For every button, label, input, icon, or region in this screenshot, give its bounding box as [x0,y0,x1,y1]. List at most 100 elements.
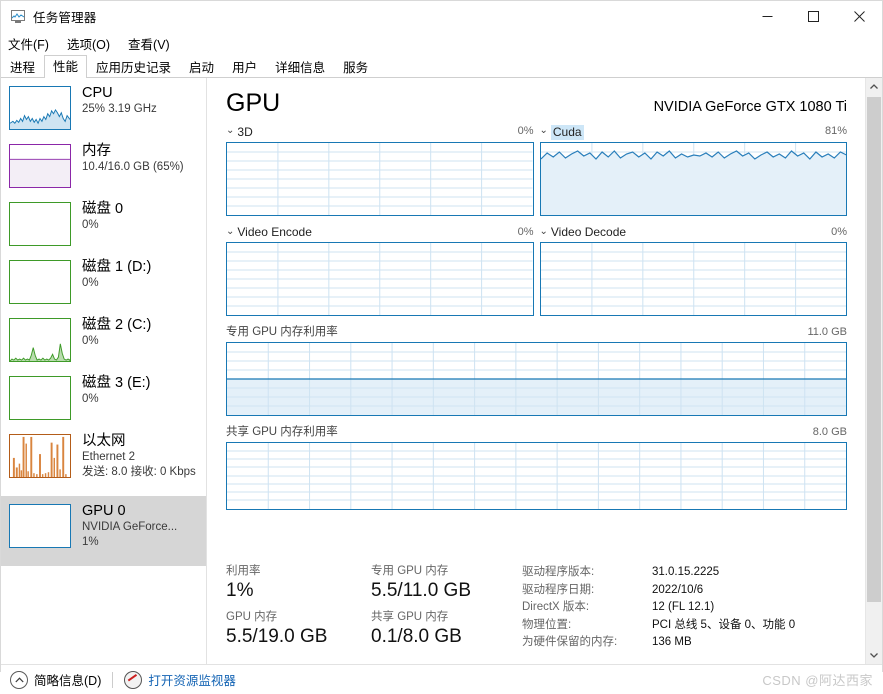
close-button[interactable] [836,1,882,32]
stat-label: 利用率 [226,565,261,577]
stat-value: 5.5/11.0 GB [371,580,471,601]
engine-value: 81% [824,125,847,137]
engine-video-encode-graph [226,242,534,316]
info-value: 136 MB [652,636,692,648]
sidebar-item-cpu[interactable]: CPU 25% 3.19 GHz [1,78,206,136]
scroll-up-icon[interactable] [866,78,882,95]
info-row-hardware-reserved-memory: 为硬件保留的内存: 136 MB [522,634,847,652]
dedicated-memory-max: 11.0 GB [807,326,847,338]
info-row-directx-version: DirectX 版本: 12 (FL 12.1) [522,599,847,617]
info-value: 31.0.15.2225 [652,566,720,578]
dedicated-memory-label: 专用 GPU 内存利用率 [226,326,338,338]
dedicated-memory-block: 专用 GPU 内存利用率 11.0 GB [207,325,865,416]
sidebar-item-disk1[interactable]: 磁盘 1 (D:) 0% [1,252,206,310]
tab-app-history[interactable]: 应用历史记录 [87,56,180,78]
engine-video-decode-graph [539,242,847,316]
stat-value: 1% [226,580,254,601]
resource-sidebar[interactable]: CPU 25% 3.19 GHz 内存 10.4/16.0 GB (65%) 磁… [1,78,207,664]
engine-video-encode: ⌄ Video Encode 0% [226,225,534,316]
page-title: GPU [226,89,281,117]
stat-dedicated-memory: 专用 GPU 内存 5.5/11.0 GB [371,564,516,603]
gpu-header: GPU NVIDIA GeForce GTX 1080 Ti [207,78,865,118]
chevron-down-icon[interactable]: ⌄ [540,226,548,237]
gpu-model-label: NVIDIA GeForce GTX 1080 Ti [653,99,847,115]
menu-view[interactable]: 查看(V) [128,32,179,55]
window-controls [744,1,882,32]
sidebar-item-disk2[interactable]: 磁盘 2 (C:) 0% [1,310,206,368]
scrollbar-thumb[interactable] [867,97,881,602]
stats-area: 利用率 1% 专用 GPU 内存 5.5/11.0 GB GPU 内存 5.5/… [226,564,847,656]
sidebar-item-disk3[interactable]: 磁盘 3 (E:) 0% [1,368,206,426]
info-row-physical-location: 物理位置: PCI 总线 5、设备 0、功能 0 [522,617,847,635]
sidebar-item-label: 磁盘 2 (C:) [82,317,152,333]
cpu-sparkline [9,86,71,130]
stat-utilization: 利用率 1% [226,564,371,603]
disk0-sparkline [9,202,71,246]
fewer-details-button[interactable]: 简略信息(D) [10,670,101,689]
menu-bar: 文件(F) 选项(O) 查看(V) [1,32,882,54]
engine-row-2: ⌄ Video Encode 0% ⌄ Video Decode 0% [207,225,865,316]
sidebar-item-sub: 0% [82,219,99,231]
shared-memory-block: 共享 GPU 内存利用率 8.0 GB [207,425,865,510]
engine-3d-graph [226,141,534,216]
menu-options[interactable]: 选项(O) [67,32,119,55]
shared-memory-max: 8.0 GB [812,426,847,438]
tab-startup[interactable]: 启动 [180,56,223,78]
chevron-down-icon[interactable]: ⌄ [540,126,548,136]
gpu-detail-pane: GPU NVIDIA GeForce GTX 1080 Ti ⌄ 3D 0% ⌄… [207,78,882,664]
tab-users[interactable]: 用户 [223,56,266,78]
engine-video-decode: ⌄ Video Decode 0% [539,225,847,316]
info-key: DirectX 版本: [522,601,590,613]
engine-value: 0% [517,225,534,238]
fewer-details-label: 简略信息(D) [34,674,102,688]
sidebar-item-sub: 0% [82,393,99,405]
tab-details[interactable]: 详细信息 [266,56,334,78]
info-value: 2022/10/6 [652,583,704,596]
device-info-list: 驱动程序版本: 31.0.15.2225 驱动程序日期: 2022/10/6 D… [516,564,847,656]
sidebar-item-sub: 0% [82,277,99,289]
info-row-driver-date: 驱动程序日期: 2022/10/6 [522,582,847,600]
sidebar-item-label: 磁盘 1 (D:) [82,259,152,275]
engine-3d: ⌄ 3D 0% [226,124,534,216]
engine-label[interactable]: 3D [237,125,252,140]
sidebar-item-sub: NVIDIA GeForce... [82,521,178,533]
chevron-down-icon[interactable]: ⌄ [226,226,234,237]
chevron-down-icon[interactable]: ⌄ [226,126,234,136]
engine-label[interactable]: Video Decode [551,225,626,240]
gpu0-sparkline [9,504,71,548]
stat-label: GPU 内存 [226,611,278,623]
stat-value: 5.5/19.0 GB [226,626,328,647]
sidebar-item-ethernet[interactable]: 以太网 Ethernet 2 发送: 8.0 接收: 0 Kbps [1,426,206,496]
engine-label[interactable]: Cuda [550,124,584,140]
sidebar-item-sub: 25% 3.19 GHz [82,103,157,115]
title-bar: 任务管理器 [1,1,882,32]
info-key: 为硬件保留的内存: [522,636,618,648]
maximize-button[interactable] [790,1,836,32]
sidebar-item-label: 内存 [82,143,111,159]
sidebar-item-gpu0[interactable]: GPU 0 NVIDIA GeForce... 1% [1,496,206,566]
sidebar-item-disk0[interactable]: 磁盘 0 0% [1,194,206,252]
menu-file[interactable]: 文件(F) [8,32,58,55]
stat-gpu-memory: GPU 内存 5.5/19.0 GB [226,610,371,649]
sidebar-item-sub2: 1% [82,536,99,548]
ethernet-sparkline [9,434,71,478]
sidebar-item-label: 以太网 [82,433,126,449]
scroll-down-icon[interactable] [866,647,882,664]
tab-services[interactable]: 服务 [334,56,377,78]
tab-processes[interactable]: 进程 [1,56,44,78]
minimize-button[interactable] [744,1,790,32]
tab-performance[interactable]: 性能 [44,55,88,79]
watermark: CSDN @阿达西家 [762,673,873,688]
engine-label[interactable]: Video Encode [237,225,312,240]
disk2-sparkline [9,318,71,362]
shared-memory-label: 共享 GPU 内存利用率 [226,426,338,438]
shared-memory-graph [226,442,847,510]
open-resource-monitor-link[interactable]: 打开资源监视器 [124,670,236,689]
info-value: PCI 总线 5、设备 0、功能 0 [652,618,796,631]
engine-cuda-graph [539,141,847,216]
open-resource-monitor-label: 打开资源监视器 [148,674,236,688]
engine-row-1: ⌄ 3D 0% ⌄ Cuda 81% [207,124,865,216]
vertical-scrollbar[interactable] [865,78,882,664]
dedicated-memory-graph [226,342,847,416]
sidebar-item-memory[interactable]: 内存 10.4/16.0 GB (65%) [1,136,206,194]
